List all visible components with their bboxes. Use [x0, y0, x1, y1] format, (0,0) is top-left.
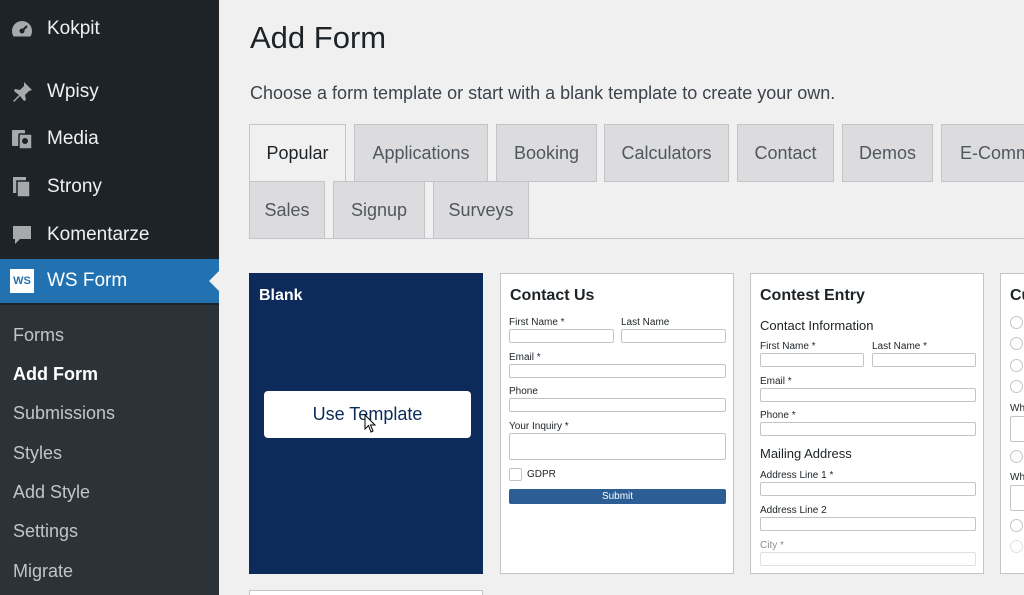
field-label: Last Name *	[872, 341, 928, 352]
field-label: First Name *	[760, 341, 816, 352]
field-label: Your Inquiry *	[509, 421, 569, 432]
inquiry-field	[509, 433, 726, 460]
ws-form-logo: WS	[9, 268, 35, 294]
template-card-next-row	[249, 590, 483, 595]
template-card-partial[interactable]: Cu Wh Wh	[1000, 273, 1024, 574]
submit-button: Submit	[509, 489, 726, 504]
pages-icon	[9, 174, 35, 200]
tab-sales[interactable]: Sales	[249, 181, 325, 239]
field-label: Phone *	[760, 410, 796, 421]
field-label: Phone	[509, 386, 538, 397]
phone-field	[509, 398, 726, 412]
last-name-field	[872, 353, 976, 367]
menu-label: WS Form	[47, 270, 128, 291]
menu-item-strony[interactable]: Strony	[0, 165, 219, 209]
card-title: Contest Entry	[760, 287, 865, 304]
field-label: Wh	[1010, 403, 1024, 414]
field-label: GDPR	[527, 469, 556, 480]
menu-item-media[interactable]: Media	[0, 117, 219, 161]
tab-booking[interactable]: Booking	[496, 124, 597, 182]
section-heading: Contact Information	[760, 318, 874, 333]
tab-applications[interactable]: Applications	[354, 124, 488, 182]
field-label: Address Line 1 *	[760, 470, 834, 481]
menu-label: Komentarze	[47, 224, 150, 245]
tab-contact[interactable]: Contact	[737, 124, 834, 182]
menu-label: Media	[47, 128, 99, 149]
admin-sidebar: Kokpit Wpisy Media Strony Komentarze WS …	[0, 0, 219, 595]
field-label: Email *	[509, 352, 541, 363]
field-label: First Name *	[509, 317, 565, 328]
submenu-add-style[interactable]: Add Style	[13, 482, 90, 503]
submenu-forms[interactable]: Forms	[13, 325, 64, 346]
field-label: Wh	[1010, 472, 1024, 483]
last-name-field	[621, 329, 726, 343]
gdpr-checkbox	[509, 468, 522, 481]
field-label: City *	[760, 540, 784, 551]
tab-calculators[interactable]: Calculators	[604, 124, 729, 182]
tab-surveys[interactable]: Surveys	[433, 181, 529, 239]
dashboard-icon	[9, 16, 35, 42]
address-line-1-field	[760, 482, 976, 496]
field-label: Email *	[760, 376, 792, 387]
page-title: Add Form	[250, 20, 387, 55]
first-name-field	[509, 329, 614, 343]
submenu-submissions[interactable]: Submissions	[13, 403, 115, 424]
radio-option	[1010, 359, 1023, 372]
menu-label: Strony	[47, 176, 102, 197]
tab-demos[interactable]: Demos	[842, 124, 933, 182]
email-field	[509, 364, 726, 378]
card-title: Blank	[259, 287, 303, 304]
address-line-2-field	[760, 517, 976, 531]
textarea-field	[1010, 485, 1024, 511]
city-field	[760, 552, 976, 566]
media-icon	[9, 126, 35, 152]
tab-ecommerce[interactable]: E-Comm	[941, 124, 1024, 182]
mouse-cursor-icon	[364, 414, 377, 433]
field-label: Last Name	[621, 317, 670, 328]
menu-item-komentarze[interactable]: Komentarze	[0, 213, 219, 257]
tab-popular[interactable]: Popular	[249, 124, 346, 183]
menu-item-wpisy[interactable]: Wpisy	[0, 70, 219, 114]
radio-option	[1010, 316, 1023, 329]
submenu-settings[interactable]: Settings	[13, 521, 78, 542]
card-title: Cu	[1010, 287, 1024, 304]
field-label: Address Line 2	[760, 505, 827, 516]
template-card-contact-us[interactable]: Contact Us First Name * Last Name Email …	[500, 273, 734, 574]
template-card-contest-entry[interactable]: Contest Entry Contact Information First …	[750, 273, 984, 574]
radio-option	[1010, 450, 1023, 463]
menu-item-ws-form[interactable]: WS WS Form	[0, 259, 219, 303]
tab-signup[interactable]: Signup	[333, 181, 425, 239]
comments-icon	[9, 222, 35, 248]
ws-form-icon: WS	[9, 268, 35, 294]
menu-label: Kokpit	[47, 18, 100, 39]
menu-label: Wpisy	[47, 81, 99, 102]
radio-option	[1010, 540, 1023, 553]
submenu-migrate[interactable]: Migrate	[13, 561, 73, 582]
textarea-field	[1010, 416, 1024, 442]
ws-form-submenu: Forms Add Form Submissions Styles Add St…	[0, 305, 219, 595]
first-name-field	[760, 353, 864, 367]
submenu-add-form[interactable]: Add Form	[13, 364, 98, 385]
radio-option	[1010, 337, 1023, 350]
pin-icon	[9, 79, 35, 105]
menu-item-kokpit[interactable]: Kokpit	[0, 7, 219, 51]
card-title: Contact Us	[510, 287, 595, 304]
radio-option	[1010, 380, 1023, 393]
page-subtitle: Choose a form template or start with a b…	[250, 83, 836, 103]
phone-field	[760, 422, 976, 436]
radio-option	[1010, 519, 1023, 532]
submenu-styles[interactable]: Styles	[13, 443, 62, 464]
email-field	[760, 388, 976, 402]
section-heading: Mailing Address	[760, 446, 852, 461]
